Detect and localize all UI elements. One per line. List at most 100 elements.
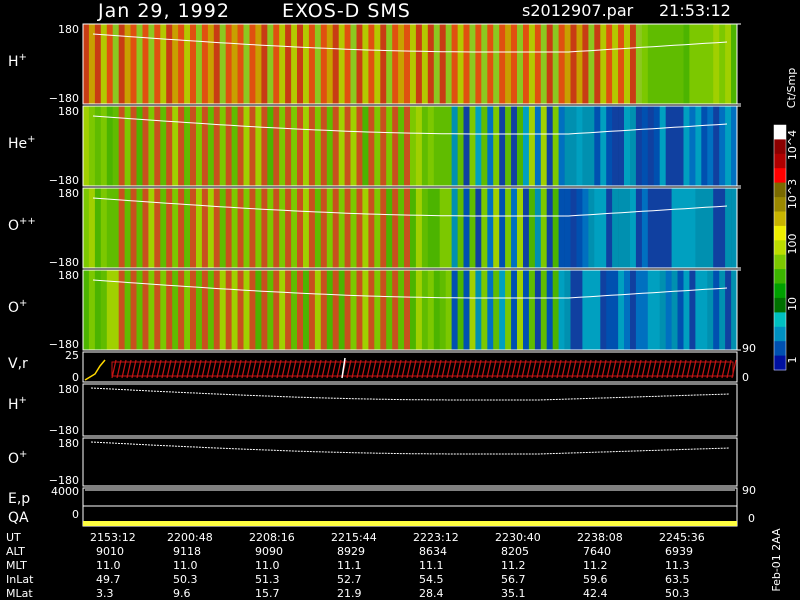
vr-tick xyxy=(201,359,207,379)
time-axis-value: 49.7 xyxy=(96,573,121,586)
spectrogram-column xyxy=(618,188,625,268)
vr-tick xyxy=(636,359,642,379)
spectrogram-column xyxy=(297,24,304,104)
spectrogram-column xyxy=(332,106,339,186)
spectrogram-column xyxy=(612,106,619,186)
spectrogram-column xyxy=(184,270,191,350)
spectrogram-column xyxy=(439,24,446,104)
vr-tick xyxy=(586,359,592,379)
spectrogram-column xyxy=(237,270,244,350)
colorbar-unit: Ct/Smp xyxy=(785,68,798,108)
vr-tick xyxy=(701,359,707,379)
spectrogram-column xyxy=(552,24,559,104)
spectrogram-column xyxy=(433,106,441,186)
spectrogram-column xyxy=(695,270,702,350)
spectrogram-column xyxy=(653,270,661,350)
spectrogram-column xyxy=(297,188,304,268)
time-axis-value: 2223:12 xyxy=(413,531,459,544)
spectrogram-column xyxy=(618,270,625,350)
spectrogram-column xyxy=(421,270,429,350)
spectrogram-column xyxy=(481,188,488,268)
spectrogram-column xyxy=(451,106,458,186)
spectrogram-column xyxy=(219,24,226,104)
spectrogram-column xyxy=(356,106,363,186)
vr-tick xyxy=(596,359,602,379)
spectrogram-column xyxy=(213,106,221,186)
spectrogram-column xyxy=(653,188,661,268)
spectrogram-column xyxy=(606,188,613,268)
time-axis-value: 7640 xyxy=(583,545,611,558)
spectrogram-column xyxy=(594,24,601,104)
spectrogram-column xyxy=(291,24,298,104)
spectrogram-column xyxy=(267,106,274,186)
vr-tick xyxy=(121,359,127,379)
spectrogram-column xyxy=(713,24,720,104)
spectrogram-column xyxy=(517,24,524,104)
spectrogram-column xyxy=(166,24,173,104)
spectrogram-column xyxy=(505,270,512,350)
vr-tick xyxy=(406,359,412,379)
spectrogram-column xyxy=(630,270,637,350)
spectrogram-column xyxy=(404,270,411,350)
time-axis-value: 11.0 xyxy=(96,559,121,572)
spectrogram-column xyxy=(344,106,351,186)
spectrogram-column xyxy=(641,24,649,104)
spectrogram-column xyxy=(148,270,155,350)
spectrogram-column xyxy=(731,188,738,268)
vr-tick xyxy=(501,359,507,379)
vr-tick xyxy=(691,359,697,379)
spectrogram-column xyxy=(326,106,334,186)
spectrogram-column xyxy=(635,270,643,350)
time-axis-value: 2230:40 xyxy=(495,531,541,544)
spectrogram-column xyxy=(225,270,232,350)
vr-ytop: 25 xyxy=(65,349,79,362)
time-axis-value: 50.3 xyxy=(665,587,690,600)
colorbar-swatch xyxy=(774,225,786,241)
spectrogram-column xyxy=(451,24,458,104)
spectrogram-column xyxy=(231,270,238,350)
spectrogram-column xyxy=(546,270,553,350)
spectrogram-column xyxy=(653,106,661,186)
vr-tick xyxy=(536,359,542,379)
vr-tick xyxy=(726,359,732,379)
ep-panel-frame xyxy=(82,487,738,507)
vr-right-bot: 0 xyxy=(742,371,749,384)
spectrogram-column xyxy=(707,270,714,350)
spectrogram-column xyxy=(534,106,542,186)
vr-tick xyxy=(631,359,637,379)
ytick-top: 180 xyxy=(58,23,79,36)
time-axis-value: 35.1 xyxy=(501,587,526,600)
spectrogram-column xyxy=(505,106,512,186)
spectrogram-column xyxy=(184,24,191,104)
spectrogram-column xyxy=(225,106,232,186)
spectrogram-column xyxy=(261,24,268,104)
spectrogram-column xyxy=(273,24,280,104)
spectrogram-column xyxy=(481,24,488,104)
vr-tick xyxy=(391,359,397,379)
spectrogram-column xyxy=(83,270,90,350)
vr-tick xyxy=(331,359,337,379)
spectrogram-column xyxy=(136,188,143,268)
sms-plot: Jan 29, 1992 EXOS-D SMS s2012907.par 21:53:… xyxy=(0,0,800,600)
vr-tick xyxy=(251,359,257,379)
spectrogram-column xyxy=(427,106,435,186)
time-axis-value: 63.5 xyxy=(665,573,690,586)
line-panel-frame xyxy=(82,437,738,487)
spectrogram-column xyxy=(172,24,179,104)
colorbar-swatch xyxy=(774,197,786,212)
time-axis-value: 8634 xyxy=(419,545,447,558)
vr-tick xyxy=(246,359,252,379)
spectrogram-column xyxy=(647,24,655,104)
spectrogram-column xyxy=(356,270,363,350)
spectrogram-column xyxy=(439,106,446,186)
vr-tick xyxy=(456,359,462,379)
spectrogram-column xyxy=(665,24,672,104)
time-axis-value: 11.1 xyxy=(337,559,362,572)
ytick-top: 180 xyxy=(58,105,79,118)
colorbar-swatch xyxy=(774,312,786,328)
time-axis-value: 42.4 xyxy=(583,587,608,600)
vr-tick xyxy=(576,359,582,379)
time-axis-value: 11.2 xyxy=(583,559,608,572)
vr-tick xyxy=(196,359,202,379)
spectrogram-column xyxy=(285,24,292,104)
